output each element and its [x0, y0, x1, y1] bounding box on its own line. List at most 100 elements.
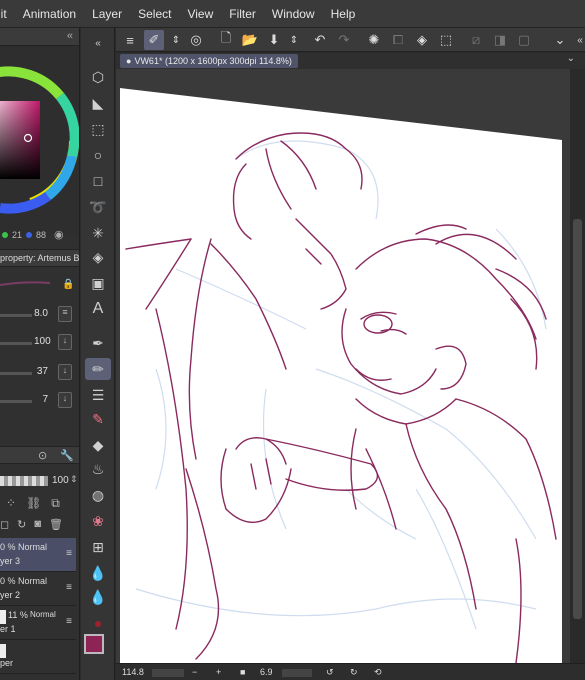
brush-size-slider[interactable]: [0, 314, 32, 317]
droplet-tool-icon[interactable]: 💧: [85, 562, 111, 584]
fill-icon[interactable]: ◈: [412, 30, 432, 50]
deselect-icon[interactable]: ⧄: [466, 30, 486, 50]
reset-rotation-icon[interactable]: ⟲: [374, 667, 382, 678]
layer-row[interactable]: per: [0, 640, 76, 674]
layer-menu-icon[interactable]: ≡: [66, 548, 72, 559]
mask-icon[interactable]: ◙: [34, 518, 41, 536]
stabilization-value[interactable]: 7: [34, 394, 48, 405]
invert-selection-icon[interactable]: ◨: [490, 30, 510, 50]
vertical-scrollbar[interactable]: [570, 69, 585, 663]
settings-icon[interactable]: ⊙: [38, 449, 47, 462]
vertical-scrollbar-thumb[interactable]: [573, 219, 582, 619]
color-wheel[interactable]: [0, 46, 80, 236]
zoom-slider[interactable]: [152, 669, 184, 677]
fit-icon[interactable]: ■: [240, 667, 245, 677]
menu-filter[interactable]: Filter: [229, 7, 256, 21]
stabilization-row[interactable]: 7 ↓: [0, 390, 79, 412]
menu-view[interactable]: View: [187, 7, 213, 21]
stepper-icon[interactable]: ⇕: [166, 30, 186, 50]
brush-opacity-slider[interactable]: [0, 342, 32, 345]
menu-select[interactable]: Select: [138, 7, 171, 21]
brush-density-value[interactable]: 37: [34, 366, 48, 377]
layer-opacity-row[interactable]: 100 ⇕: [0, 472, 79, 490]
zoom-value[interactable]: 114.8: [122, 667, 144, 677]
airbrush-tool-icon[interactable]: ♨: [85, 458, 111, 480]
brush-density-row[interactable]: 37 ↓: [0, 362, 79, 384]
new-layer-icon[interactable]: ◻: [0, 518, 9, 536]
rotation-slider[interactable]: [282, 669, 312, 677]
canvas[interactable]: [116, 69, 570, 663]
wrench-icon[interactable]: 🔧: [60, 449, 74, 462]
lasso-tool-icon[interactable]: ➰: [85, 196, 111, 218]
loading-icon[interactable]: ✺: [364, 30, 384, 50]
brush-opacity-value[interactable]: 100: [34, 336, 51, 347]
brush-density-button[interactable]: ↓: [58, 364, 72, 380]
opacity-stepper-icon[interactable]: ⇕: [70, 474, 78, 485]
show-selection-icon[interactable]: ▢: [514, 30, 534, 50]
move-tool-icon[interactable]: ◣: [85, 92, 111, 114]
redo-icon[interactable]: ↷: [334, 30, 354, 50]
collapse-icon[interactable]: «: [67, 30, 73, 42]
text-tool-icon[interactable]: A: [85, 298, 111, 320]
undo-icon[interactable]: ↶: [310, 30, 330, 50]
save-icon[interactable]: ⬇: [264, 30, 284, 50]
document-tab[interactable]: ● VW61* (1200 x 1600px 300dpi 114.8%): [120, 54, 298, 68]
color-set-icon[interactable]: ◉: [54, 228, 64, 241]
blend-tool-icon[interactable]: ◍: [85, 484, 111, 506]
menu-edit[interactable]: dit: [0, 7, 7, 21]
pen-tool-icon[interactable]: ✒: [85, 332, 111, 354]
settings-icon[interactable]: ◎: [186, 30, 206, 50]
rectangle-tool-icon[interactable]: □: [85, 170, 111, 192]
rotation-value[interactable]: 6.9: [260, 667, 273, 677]
layer-row[interactable]: 0 % Normal yer 3 ≡: [0, 538, 76, 572]
collapse-icon[interactable]: «: [570, 30, 585, 50]
new-folder-icon[interactable]: ↻: [17, 518, 26, 536]
link-icon[interactable]: ⛓: [26, 496, 41, 514]
chevron-down-icon[interactable]: ⌄: [567, 53, 575, 64]
new-file-icon[interactable]: 🗋: [216, 30, 236, 50]
selection-tool-icon[interactable]: ⬚: [85, 118, 111, 140]
main-color-swatch[interactable]: [84, 634, 104, 654]
brush-opacity-button[interactable]: ↓: [58, 334, 72, 350]
brush-opacity-row[interactable]: 100 ↓: [0, 332, 79, 354]
grid-icon[interactable]: ⁘: [6, 496, 16, 514]
layer-menu-icon[interactable]: ≡: [66, 616, 72, 627]
clear-icon[interactable]: ⧠: [388, 30, 408, 50]
figure-tool-icon[interactable]: ⊞: [85, 536, 111, 558]
stabilization-button[interactable]: ↓: [58, 392, 72, 408]
menu-layer[interactable]: Layer: [92, 7, 122, 21]
zoom-in-button[interactable]: +: [216, 667, 221, 677]
menu-animation[interactable]: Animation: [23, 7, 76, 21]
transform-icon[interactable]: ⬚: [436, 30, 456, 50]
eyedropper-icon[interactable]: ●: [85, 612, 111, 634]
layer-row[interactable]: 0 % Normal yer 2 ≡: [0, 572, 76, 606]
stepper-icon[interactable]: ⇕: [284, 30, 304, 50]
layer-opacity-value[interactable]: 100: [52, 475, 69, 486]
layer-menu-icon[interactable]: ≡: [66, 582, 72, 593]
decoration-tool-icon[interactable]: ❀: [85, 510, 111, 532]
chevron-down-icon[interactable]: ⌄: [550, 30, 570, 50]
rotate-right-icon[interactable]: ↻: [350, 667, 358, 678]
gradient-tool-icon[interactable]: ▣: [85, 272, 111, 294]
ruler-tool-icon[interactable]: ☰: [85, 384, 111, 406]
pencil-tool-icon[interactable]: ✏: [85, 358, 111, 380]
open-folder-icon[interactable]: 📂: [240, 30, 260, 50]
menu-help[interactable]: Help: [331, 7, 356, 21]
magic-wand-icon[interactable]: ✳: [85, 222, 111, 244]
eraser-tool-icon[interactable]: ◆: [85, 434, 111, 456]
stabilization-slider[interactable]: [0, 400, 32, 403]
menu-icon[interactable]: ≡: [120, 30, 140, 50]
clip-icon[interactable]: ⧉: [51, 496, 60, 514]
brush-size-value[interactable]: 8.0: [34, 308, 48, 319]
menu-window[interactable]: Window: [272, 7, 315, 21]
rotate-left-icon[interactable]: ↺: [326, 667, 334, 678]
operation-tool-icon[interactable]: ⬡: [85, 66, 111, 88]
layer-opacity-slider[interactable]: [0, 476, 48, 486]
collapse-icon[interactable]: «: [85, 32, 111, 54]
pen-pressure-icon[interactable]: ✐: [144, 30, 164, 50]
brush-size-menu-button[interactable]: ≡: [58, 306, 72, 322]
blur-tool-icon[interactable]: 💧: [85, 586, 111, 608]
canvas-area[interactable]: [116, 69, 570, 663]
close-icon[interactable]: ●: [126, 56, 131, 66]
layer-row[interactable]: 11 % Normal er 1 ≡: [0, 606, 76, 640]
